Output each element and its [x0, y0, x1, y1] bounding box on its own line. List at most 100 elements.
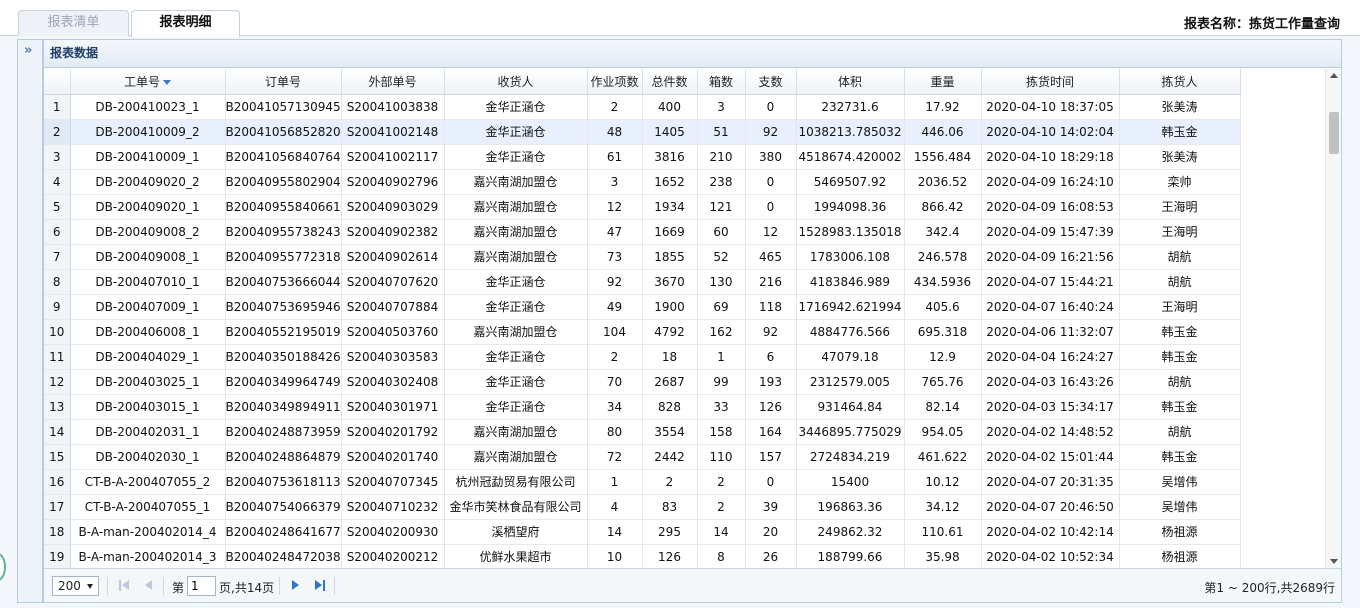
cell-pick-time: 2020-04-10 18:37:05	[981, 94, 1120, 120]
table-row[interactable]: 16 CT-B-A-200407055_2 B20040753618113 S2004…	[44, 469, 1241, 495]
prev-page-icon[interactable]	[144, 580, 156, 592]
column-header-consignee[interactable]: 收货人	[444, 69, 588, 95]
cell-order-no: B20040955738243	[225, 219, 342, 245]
cell-units: 0	[745, 94, 797, 120]
cell-work-order: DB-200402031_1	[70, 419, 226, 445]
cell-external-no: S20041002148	[341, 119, 445, 145]
column-header-weight[interactable]: 重量	[904, 69, 982, 95]
cell-volume: 1994098.36	[796, 194, 905, 220]
table-row[interactable]: 1 DB-200410023_1 B20041057130945 S200410038…	[44, 94, 1241, 120]
cell-order-no: B20040753618113	[225, 469, 342, 495]
cell-picker: 杨祖源	[1119, 519, 1241, 545]
vertical-scrollbar[interactable]	[1325, 69, 1341, 568]
cell-total-pieces: 400	[642, 94, 698, 120]
cell-picker: 杨祖源	[1119, 544, 1241, 568]
cell-work-order: DB-200409020_1	[70, 194, 226, 220]
cell-task-items: 2	[587, 344, 643, 370]
tab-report-list[interactable]: 报表清单	[18, 10, 129, 36]
cell-total-pieces: 1855	[642, 244, 698, 270]
table-row[interactable]: 18 B-A-man-200402014_4 B20040248641677 S200…	[44, 519, 1241, 545]
column-header-units[interactable]: 支数	[745, 69, 797, 95]
cell-total-pieces: 83	[642, 494, 698, 520]
table-row[interactable]: 12 DB-200403025_1 B20040349964749 S20040302…	[44, 369, 1241, 395]
cell-picker: 张美涛	[1119, 144, 1241, 170]
cell-task-items: 92	[587, 269, 643, 295]
column-header-total-pieces[interactable]: 总件数	[642, 69, 698, 95]
double-chevron-right-icon[interactable]: »	[24, 44, 36, 58]
last-page-icon[interactable]	[315, 580, 327, 592]
cell-external-no: S20040303583	[341, 344, 445, 370]
cell-order-no: B20040754066379	[225, 494, 342, 520]
cell-pick-time: 2020-04-07 16:40:24	[981, 294, 1120, 320]
row-number-cell: 8	[44, 269, 71, 295]
column-header-pick-time[interactable]: 拣货时间	[981, 69, 1120, 95]
cell-units: 39	[745, 494, 797, 520]
table-row[interactable]: 10 DB-200406008_1 B20040552195019 S20040503…	[44, 319, 1241, 345]
cell-weight: 866.42	[904, 194, 982, 220]
cell-weight: 35.98	[904, 544, 982, 568]
cell-pick-time: 2020-04-02 10:52:34	[981, 544, 1120, 568]
cell-units: 216	[745, 269, 797, 295]
page-number-input[interactable]	[187, 576, 216, 596]
page-size-select[interactable]: 200	[52, 576, 99, 596]
column-header-volume[interactable]: 体积	[796, 69, 905, 95]
tab-report-detail[interactable]: 报表明细	[131, 10, 240, 37]
top-tab-bar: 报表清单 报表明细 报表名称：拣货工作量查询	[0, 0, 1360, 37]
table-row[interactable]: 7 DB-200409008_1 B20040955772318 S200409026…	[44, 244, 1241, 270]
scroll-up-icon[interactable]	[1330, 73, 1338, 78]
cell-picker: 胡航	[1119, 244, 1241, 270]
table-row[interactable]: 4 DB-200409020_2 B20040955802904 S200409027…	[44, 169, 1241, 195]
cell-task-items: 61	[587, 144, 643, 170]
cell-consignee: 金华正涵仓	[444, 94, 588, 120]
cell-volume: 1038213.785032	[796, 119, 905, 145]
table-row[interactable]: 11 DB-200404029_1 B20040350188426 S20040303…	[44, 344, 1241, 370]
column-header-work-order[interactable]: 工单号	[70, 69, 226, 95]
scroll-down-icon[interactable]	[1330, 559, 1338, 564]
cell-volume: 1716942.621994	[796, 294, 905, 320]
floating-handle[interactable]	[0, 553, 6, 581]
row-number-cell: 15	[44, 444, 71, 470]
table-row[interactable]: 13 DB-200403015_1 B20040349894911 S20040301…	[44, 394, 1241, 420]
first-page-icon[interactable]	[119, 580, 131, 592]
cell-external-no: S20040201792	[341, 419, 445, 445]
cell-units: 0	[745, 469, 797, 495]
column-header-order-no[interactable]: 订单号	[225, 69, 342, 95]
cell-total-pieces: 4792	[642, 319, 698, 345]
cell-picker: 张美涛	[1119, 94, 1241, 120]
cell-task-items: 104	[587, 319, 643, 345]
cell-total-pieces: 1652	[642, 169, 698, 195]
sort-desc-icon[interactable]	[163, 79, 171, 85]
cell-volume: 196863.36	[796, 494, 905, 520]
cell-order-no: B20040349964749	[225, 369, 342, 395]
cell-units: 193	[745, 369, 797, 395]
cell-weight: 34.12	[904, 494, 982, 520]
table-row[interactable]: 19 B-A-man-200402014_3 B20040248472038 S200…	[44, 544, 1241, 568]
cell-total-pieces: 2442	[642, 444, 698, 470]
table-row[interactable]: 17 CT-B-A-200407055_1 B20040754066379 S2004…	[44, 494, 1241, 520]
cell-weight: 246.578	[904, 244, 982, 270]
table-row[interactable]: 14 DB-200402031_1 B20040248873959 S20040201…	[44, 419, 1241, 445]
column-header-picker[interactable]: 拣货人	[1119, 69, 1241, 95]
column-header-task-items[interactable]: 作业项数	[587, 69, 643, 95]
table-row[interactable]: 9 DB-200407009_1 B20040753695946 S200407078…	[44, 294, 1241, 320]
table-row[interactable]: 15 DB-200402030_1 B20040248864879 S20040201…	[44, 444, 1241, 470]
table-row[interactable]: 5 DB-200409020_1 B20040955840661 S200409030…	[44, 194, 1241, 220]
next-page-icon[interactable]	[290, 580, 302, 592]
table-row[interactable]: 3 DB-200410009_1 B20041056840764 S200410021…	[44, 144, 1241, 170]
cell-order-no: B20040248472038	[225, 544, 342, 568]
table-row[interactable]: 2 DB-200410009_2 B20041056852820 S200410021…	[44, 119, 1241, 145]
cell-consignee: 金华市笑林食品有限公司	[444, 494, 588, 520]
column-header-boxes[interactable]: 箱数	[697, 69, 746, 95]
cell-work-order: CT-B-A-200407055_1	[70, 494, 226, 520]
side-collapse-bar[interactable]: »	[17, 39, 43, 603]
column-header-external-no[interactable]: 外部单号	[341, 69, 445, 95]
table-row[interactable]: 6 DB-200409008_2 B20040955738243 S200409023…	[44, 219, 1241, 245]
cell-external-no: S20040200212	[341, 544, 445, 568]
cell-weight: 342.4	[904, 219, 982, 245]
table-row[interactable]: 8 DB-200407010_1 B20040753666044 S200407076…	[44, 269, 1241, 295]
cell-units: 26	[745, 544, 797, 568]
cell-task-items: 10	[587, 544, 643, 568]
scrollbar-thumb[interactable]	[1329, 112, 1339, 154]
cell-total-pieces: 126	[642, 544, 698, 568]
cell-external-no: S20041002117	[341, 144, 445, 170]
